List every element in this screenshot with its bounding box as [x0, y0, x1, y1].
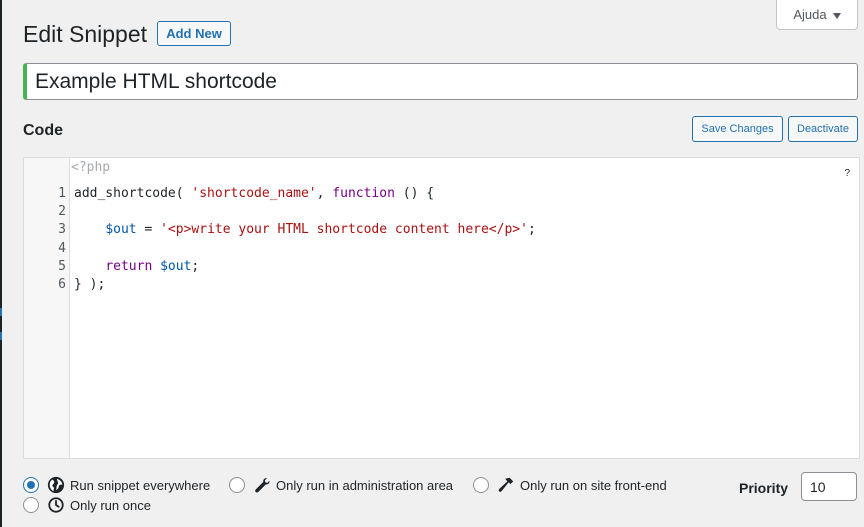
snippet-title-input[interactable] — [23, 63, 858, 100]
globe-icon — [47, 476, 65, 494]
code-token: '<p>write your HTML shortcode content he… — [160, 222, 528, 238]
help-tab[interactable]: Ajuda — [776, 0, 858, 30]
code-token: return — [105, 258, 153, 274]
caret-down-icon — [832, 12, 841, 19]
scope-option-single-use[interactable]: Only run once — [23, 496, 151, 514]
code-text: return $out; — [74, 258, 199, 276]
page-title: Edit Snippet — [23, 21, 148, 47]
scope-label-admin: Only run in administration area — [276, 477, 454, 493]
code-token: $out — [160, 258, 192, 274]
line-number: 2 — [58, 204, 66, 220]
line-number: 5 — [58, 258, 66, 274]
line-number: 1 — [58, 186, 66, 201]
code-token: } ); — [74, 277, 106, 292]
editor-help-icon[interactable]: ? — [844, 168, 850, 179]
code-token: add_shortcode( — [74, 186, 192, 201]
admin-menu-marker — [0, 332, 2, 340]
code-line[interactable]: 1 add_shortcode( 'shortcode_name', functi… — [24, 185, 859, 203]
code-text: $out = '<p>write your HTML shortcode con… — [74, 221, 536, 239]
scope-radio-single-use[interactable] — [23, 497, 39, 513]
scope-radio-front-end[interactable] — [473, 477, 489, 493]
scope-option-front-end[interactable]: Only run on site front-end — [473, 476, 667, 494]
save-changes-button[interactable]: Save Changes — [692, 116, 783, 142]
code-line[interactable]: 6 } ); — [24, 276, 859, 294]
code-token: ; — [527, 222, 536, 238]
code-token: 'shortcode_name' — [191, 186, 317, 201]
scope-option-admin[interactable]: Only run in administration area — [229, 476, 453, 494]
code-token: = — [136, 222, 161, 238]
priority-label: Priority — [739, 480, 789, 496]
admin-sidebar-edge — [0, 0, 2, 527]
help-tab-label: Ajuda — [793, 7, 827, 22]
clock-icon — [48, 497, 64, 513]
code-text: add_shortcode( 'shortcode_name', functio… — [74, 185, 434, 203]
code-text: } ); — [74, 276, 105, 294]
scope-radio-admin[interactable] — [229, 477, 245, 493]
scope-label-single-use: Only run once — [70, 497, 151, 513]
code-token: function — [332, 186, 395, 201]
hammer-icon — [498, 477, 514, 492]
code-line[interactable]: 5 return $out; — [24, 258, 859, 276]
line-number: 6 — [58, 277, 66, 292]
line-number: 4 — [58, 240, 66, 256]
code-token: ; — [191, 258, 200, 274]
scope-option-everywhere[interactable]: Run snippet everywhere — [23, 476, 210, 494]
code-editor[interactable]: <?php ? 1 add_shortcode( 'shortcode_name'… — [23, 157, 860, 459]
code-token: () { — [394, 186, 435, 201]
code-heading: Code — [23, 122, 63, 139]
deactivate-button[interactable]: Deactivate — [788, 116, 858, 142]
code-token: , — [316, 186, 333, 201]
scope-radio-group: Run snippet everywhere Only run in admin… — [23, 474, 723, 518]
code-token: $out — [105, 222, 137, 238]
code-line[interactable]: 3 $out = '<p>write your HTML shortcode c… — [24, 221, 859, 239]
priority-input[interactable] — [801, 472, 857, 501]
code-line[interactable]: 2 — [24, 203, 859, 221]
admin-menu-marker — [0, 308, 2, 316]
code-line[interactable]: 4 — [24, 240, 859, 258]
line-number: 3 — [58, 222, 66, 238]
scope-label-front-end: Only run on site front-end — [520, 477, 667, 493]
scope-radio-everywhere[interactable] — [23, 477, 39, 493]
wrench-icon — [255, 478, 270, 493]
add-new-button[interactable]: Add New — [157, 21, 231, 46]
scope-label-everywhere: Run snippet everywhere — [70, 477, 211, 493]
php-open-tag: <?php — [71, 160, 111, 175]
